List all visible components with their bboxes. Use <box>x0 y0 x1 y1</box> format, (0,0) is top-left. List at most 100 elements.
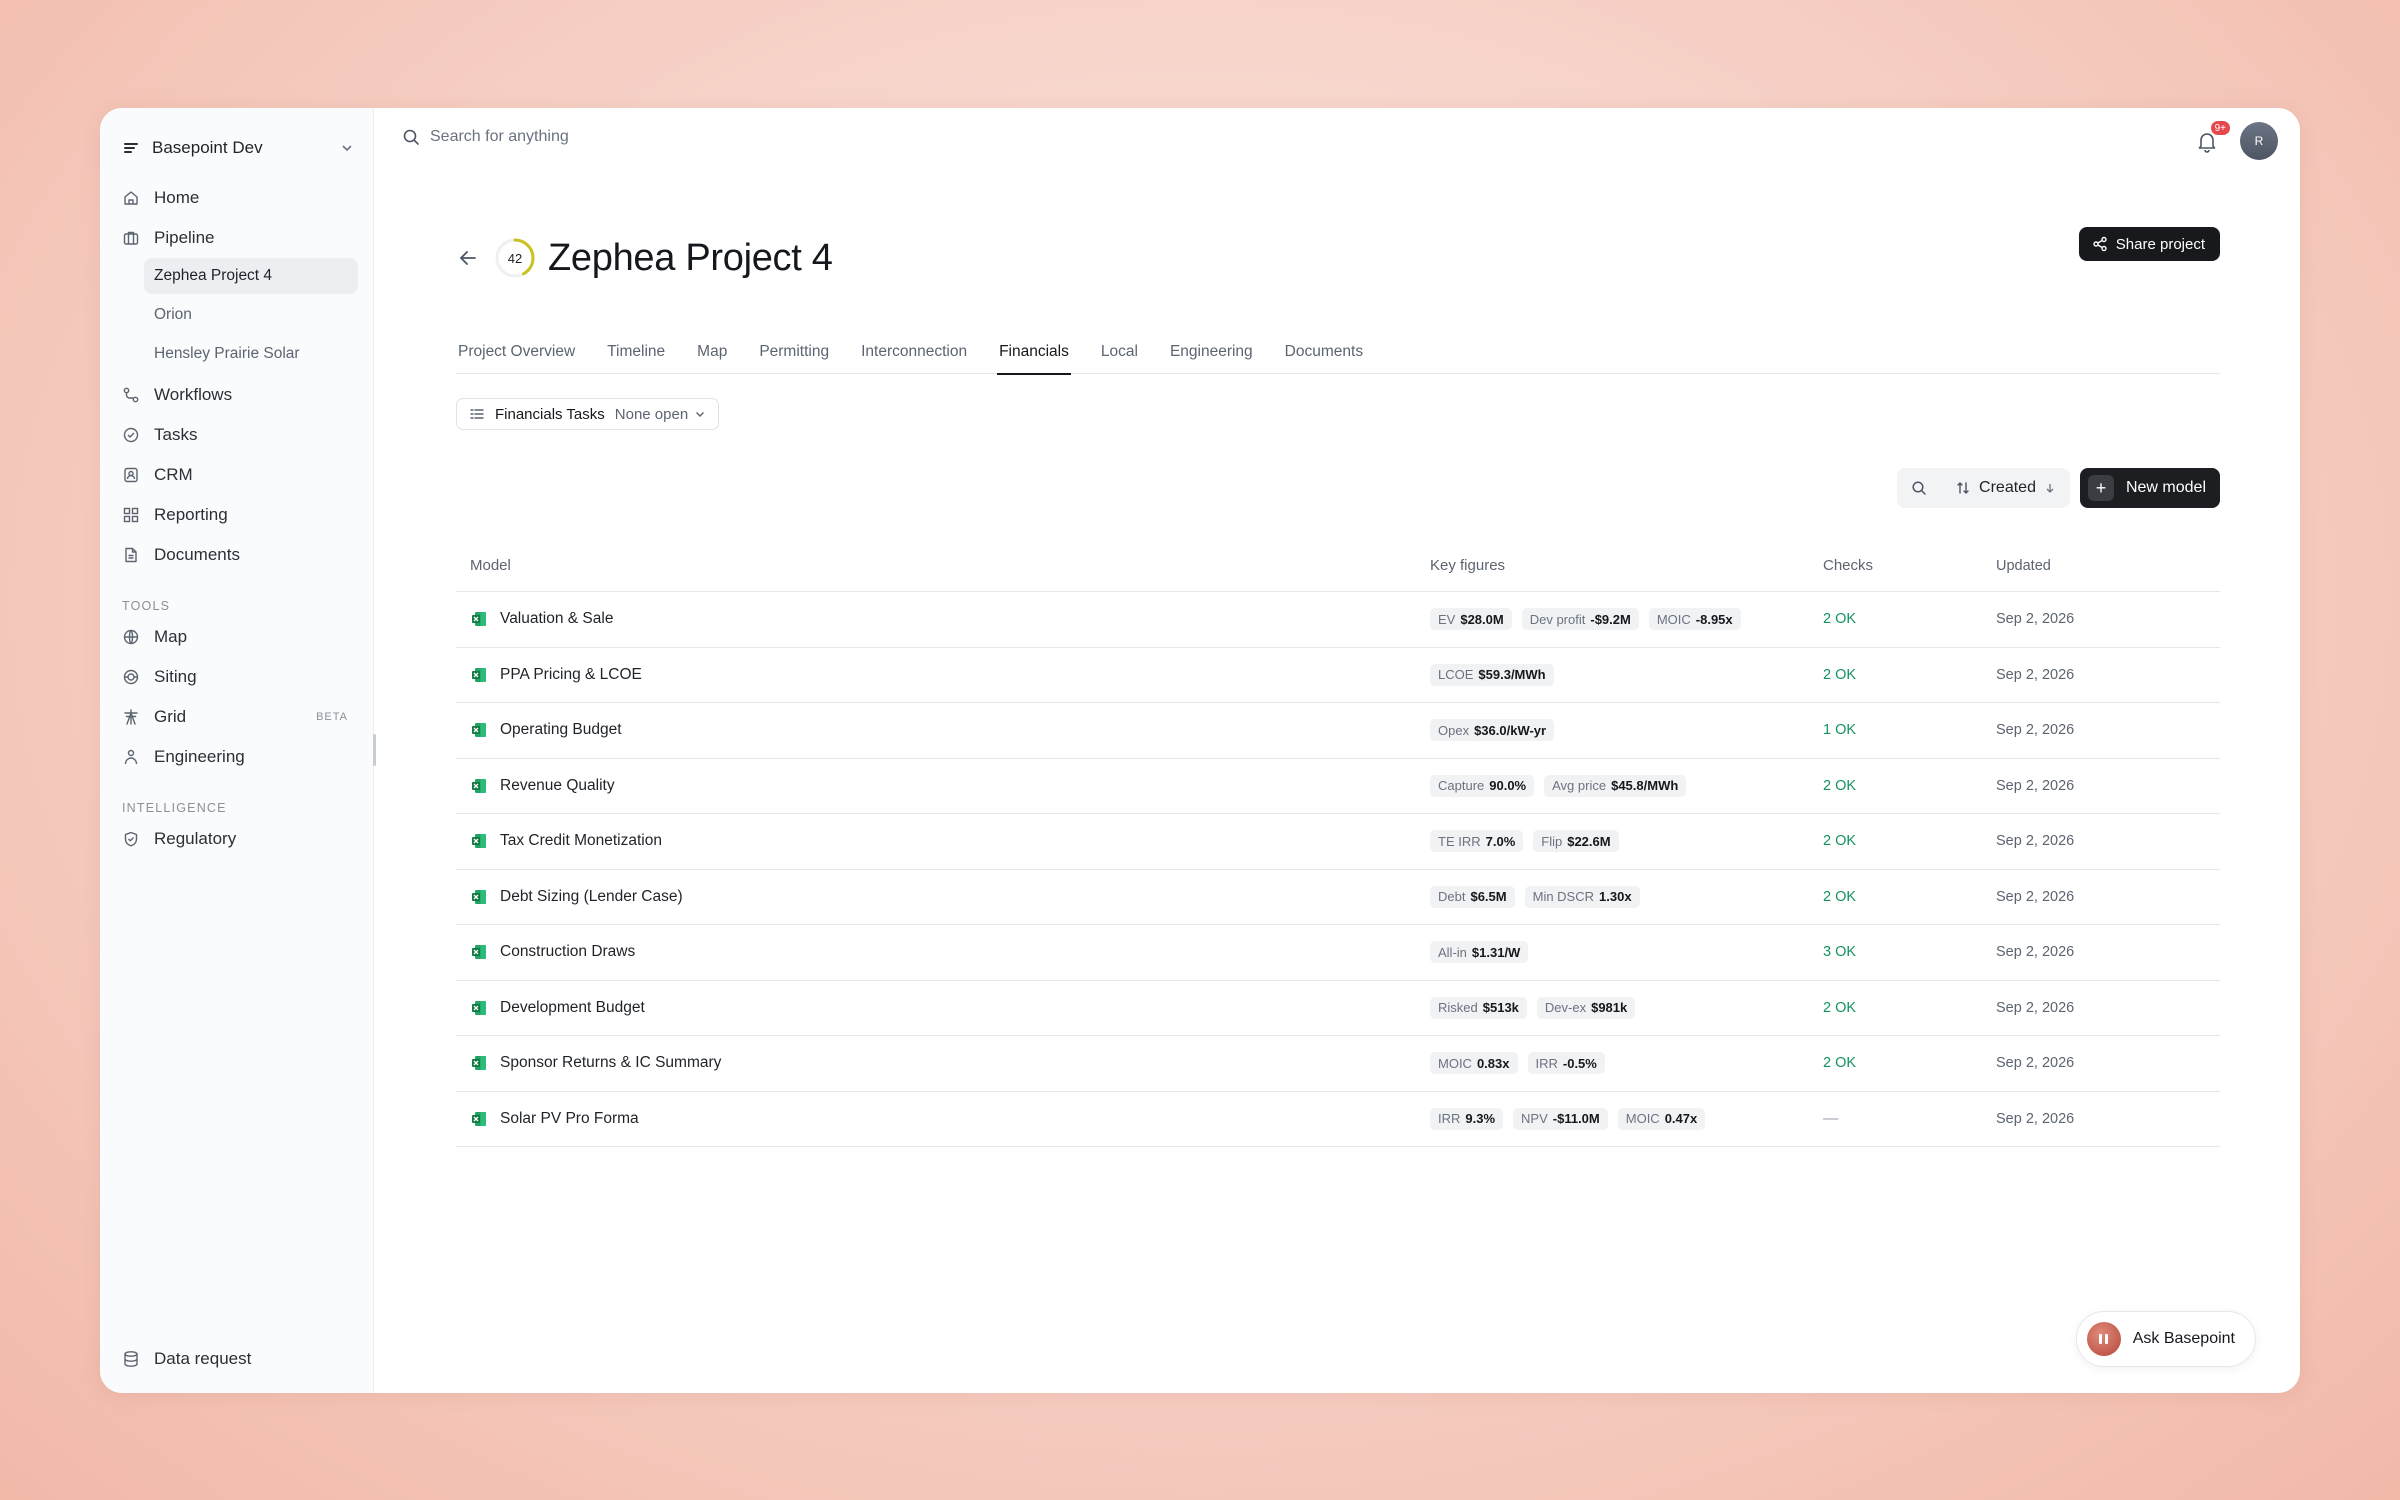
model-name: PPA Pricing & LCOE <box>500 665 642 683</box>
tab-engineering[interactable]: Engineering <box>1168 330 1255 374</box>
tab-financials[interactable]: Financials <box>997 330 1071 375</box>
key-figure-value: 7.0% <box>1485 833 1516 849</box>
tab-documents[interactable]: Documents <box>1283 330 1365 374</box>
siting-icon <box>123 669 139 685</box>
table-header: Model Key figures Checks Updated <box>456 540 2220 592</box>
model-cell: Debt Sizing (Lender Case) <box>456 888 1430 906</box>
search-input[interactable]: Search for anything <box>402 128 569 146</box>
pipeline-item-zephea-project-4[interactable]: Zephea Project 4 <box>144 258 358 294</box>
sidebar-item-regulatory[interactable]: Regulatory <box>122 819 362 859</box>
workspace-switcher[interactable]: Basepoint Dev <box>122 128 354 168</box>
score-value: 42 <box>507 250 523 266</box>
model-cell: PPA Pricing & LCOE <box>456 666 1430 684</box>
key-figure-chip: All-in $1.31/W <box>1430 941 1529 964</box>
project-score: 42 <box>494 237 536 279</box>
key-figure-label: Debt <box>1438 889 1466 905</box>
pipeline-item-hensley-prairie-solar[interactable]: Hensley Prairie Solar <box>144 336 358 372</box>
key-figures-cell: LCOE $59.3/MWh <box>1430 663 1823 686</box>
key-figures-cell: MOIC 0.83x IRR -0.5% <box>1430 1052 1823 1075</box>
sidebar-item-label: Grid <box>154 707 187 726</box>
column-header-key-figures[interactable]: Key figures <box>1430 557 1823 574</box>
tab-interconnection[interactable]: Interconnection <box>859 330 969 374</box>
key-figure-value: $22.6M <box>1567 833 1611 849</box>
sidebar-nav: Home Pipeline Zephea Project 4 Orion Hensley… <box>122 178 362 859</box>
column-header-checks[interactable]: Checks <box>1823 557 1996 574</box>
updated-cell: Sep 2, 2026 <box>1996 611 2075 628</box>
checks-cell: 3 OK <box>1823 944 1857 961</box>
tab-project-overview[interactable]: Project Overview <box>456 330 577 374</box>
sidebar-item-documents[interactable]: Documents <box>122 535 362 575</box>
key-figure-value: 90.0% <box>1489 778 1527 794</box>
sidebar-item-reporting[interactable]: Reporting <box>122 495 362 535</box>
tab-local[interactable]: Local <box>1099 330 1140 374</box>
updated-cell: Sep 2, 2026 <box>1996 1055 2075 1072</box>
table-row[interactable]: Debt Sizing (Lender Case) Debt $6.5M Min DS… <box>456 870 2220 925</box>
spreadsheet-icon <box>472 1056 486 1071</box>
table-row[interactable]: Solar PV Pro Forma IRR 9.3% NPV -$11.0M MOIC 0… <box>456 1092 2220 1147</box>
pipeline-item-orion[interactable]: Orion <box>144 297 358 333</box>
key-figure-label: Opex <box>1438 722 1470 738</box>
table-row[interactable]: Construction Draws All-in $1.31/W 3 OK Sep 2… <box>456 925 2220 981</box>
column-header-model[interactable]: Model <box>456 557 1430 574</box>
table-row[interactable]: Operating Budget Opex $36.0/kW-yr 1 OK Sep 2… <box>456 703 2220 759</box>
table-row[interactable]: Revenue Quality Capture 90.0% Avg price $45.… <box>456 759 2220 814</box>
model-cell: Tax Credit Monetization <box>456 832 1430 850</box>
home-icon <box>124 191 138 205</box>
sidebar-item-workflows[interactable]: Workflows <box>122 375 362 415</box>
tab-timeline[interactable]: Timeline <box>605 330 667 374</box>
key-figure-label: EV <box>1438 611 1456 627</box>
ask-basepoint-button[interactable]: Ask Basepoint <box>2075 1311 2256 1367</box>
spreadsheet-icon <box>472 667 486 682</box>
key-figure-chip: Risked $513k <box>1430 996 1527 1019</box>
table-row[interactable]: Tax Credit Monetization TE IRR 7.0% Flip $22… <box>456 814 2220 870</box>
key-figures-cell: IRR 9.3% NPV -$11.0M MOIC 0.47x <box>1430 1107 1823 1130</box>
sidebar-item-home[interactable]: Home <box>122 178 362 218</box>
tab-permitting[interactable]: Permitting <box>757 330 831 374</box>
sidebar-item-map[interactable]: Map <box>122 617 362 657</box>
updated-cell: Sep 2, 2026 <box>1996 833 2075 850</box>
sidebar-item-data-request[interactable]: Data request <box>122 1339 251 1379</box>
sidebar-item-crm[interactable]: CRM <box>122 455 362 495</box>
sidebar-item-label: Map <box>154 627 188 646</box>
updated-cell: Sep 2, 2026 <box>1996 1110 2075 1127</box>
key-figure-value: 0.83x <box>1476 1055 1510 1071</box>
sidebar-item-tasks[interactable]: Tasks <box>122 415 362 455</box>
database-icon <box>124 1351 138 1367</box>
arrow-down-icon <box>2046 484 2054 493</box>
share-project-button[interactable]: Share project <box>2078 227 2220 261</box>
sort-button[interactable]: Created <box>1941 468 2070 508</box>
table-row[interactable]: Valuation & Sale EV $28.0M Dev profit -$9.2M… <box>456 592 2220 648</box>
sidebar-item-label: Engineering <box>154 747 245 766</box>
financials-tasks-filter[interactable]: Financials Tasks None open <box>456 398 720 430</box>
new-model-button[interactable]: + New model <box>2079 468 2220 508</box>
sort-icon <box>1957 482 1969 494</box>
sidebar-item-siting[interactable]: Siting <box>122 657 362 697</box>
avatar[interactable]: R <box>2240 122 2278 160</box>
sort-label: Created <box>1979 479 2036 496</box>
checks-cell: 2 OK <box>1823 611 1857 628</box>
back-arrow-icon[interactable] <box>456 246 480 270</box>
sidebar-item-pipeline[interactable]: Pipeline <box>122 218 362 258</box>
sidebar-item-grid[interactable]: Grid BETA <box>122 697 362 737</box>
sidebar-item-engineering[interactable]: Engineering <box>122 737 362 777</box>
model-cell: Revenue Quality <box>456 777 1430 795</box>
ask-label: Ask Basepoint <box>2132 1330 2235 1347</box>
key-figure-chip: Dev-ex $981k <box>1536 996 1636 1019</box>
spreadsheet-icon <box>472 723 486 738</box>
table-row[interactable]: Development Budget Risked $513k Dev-ex $981k… <box>456 981 2220 1036</box>
tab-map[interactable]: Map <box>695 330 729 374</box>
key-figure-label: Dev-ex <box>1544 1000 1587 1016</box>
tasks-filter-value: None open <box>615 406 706 423</box>
column-header-updated[interactable]: Updated <box>1996 558 2220 574</box>
table-row[interactable]: PPA Pricing & LCOE LCOE $59.3/MWh 2 OK Sep 2… <box>456 648 2220 703</box>
sidebar-item-label: Siting <box>154 667 197 686</box>
tower-icon <box>124 709 138 725</box>
checks-cell: 2 OK <box>1823 666 1857 683</box>
share-label: Share project <box>2115 235 2205 253</box>
search-models-button[interactable] <box>1897 468 1941 508</box>
search-placeholder: Search for anything <box>430 128 569 145</box>
updated-cell: Sep 2, 2026 <box>1996 888 2075 905</box>
key-figure-label: Flip <box>1541 833 1563 849</box>
table-row[interactable]: Sponsor Returns & IC Summary MOIC 0.83x IRR… <box>456 1036 2220 1092</box>
updated-cell: Sep 2, 2026 <box>1996 666 2075 683</box>
